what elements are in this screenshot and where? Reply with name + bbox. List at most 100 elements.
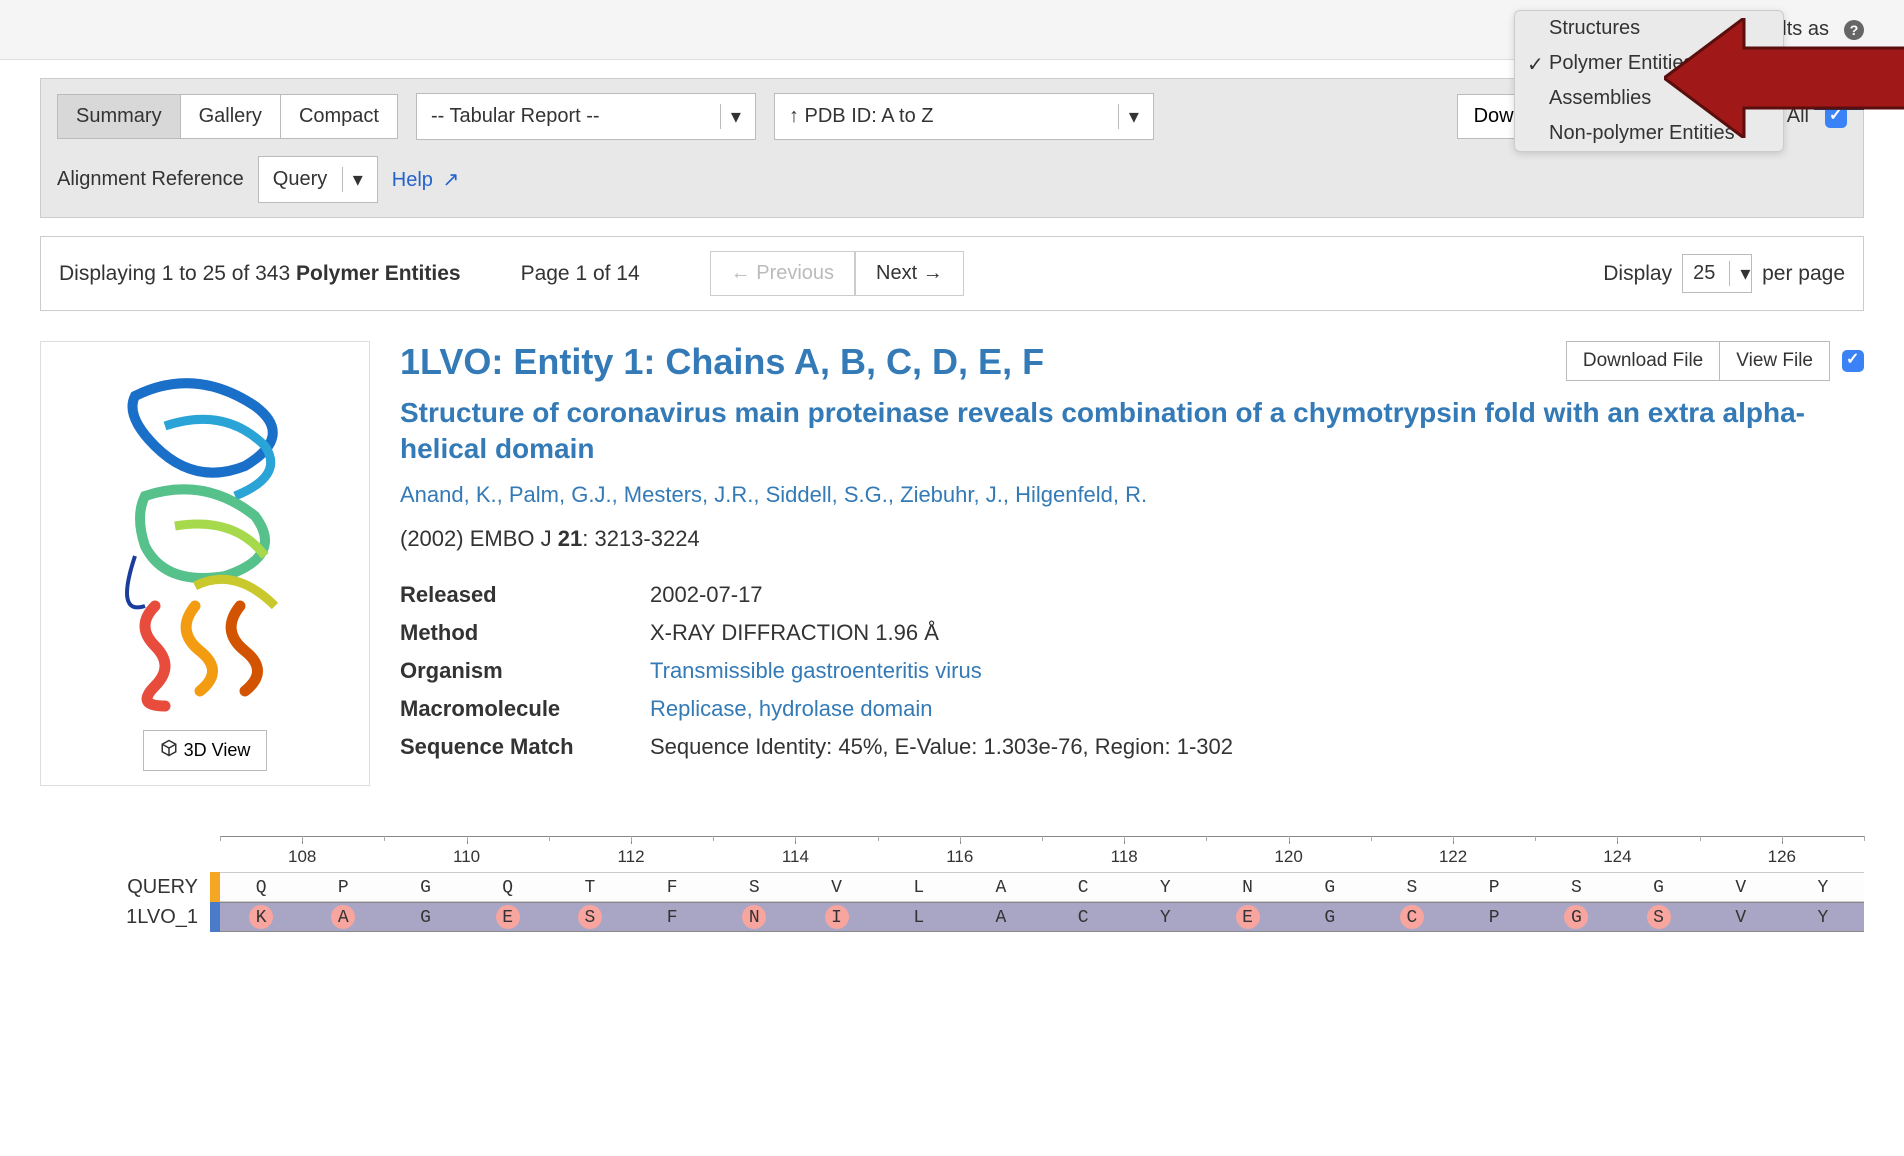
view-tabs: Summary Gallery Compact bbox=[57, 94, 398, 139]
result-checkbox[interactable] bbox=[1842, 350, 1864, 372]
alignment-reference-value: Query bbox=[273, 168, 327, 191]
residue-cell: A bbox=[960, 903, 1042, 931]
residue-cell: S bbox=[1617, 903, 1699, 931]
residue-cell: G bbox=[1289, 903, 1371, 931]
authors-list: Anand, K., Palm, G.J., Mesters, J.R., Si… bbox=[400, 482, 1864, 508]
residue-cell: L bbox=[878, 903, 960, 931]
author-link[interactable]: Ziebuhr, J. bbox=[900, 482, 1003, 507]
protein-ribbon-image bbox=[75, 356, 335, 716]
residue-cell: V bbox=[1700, 903, 1782, 931]
per-page-select[interactable]: 25 ▾ bbox=[1682, 254, 1752, 293]
result-item: 3D View Download File View File 1LVO: En… bbox=[40, 341, 1864, 786]
residue-cell: E bbox=[467, 903, 549, 931]
ruler-tick-label: 122 bbox=[1439, 847, 1467, 867]
author-link[interactable]: Siddell, S.G. bbox=[766, 482, 888, 507]
chevron-down-icon: ▾ bbox=[1118, 104, 1139, 129]
query-sequence: QPGQTFSVLACYNGSPSGVY bbox=[220, 872, 1864, 902]
residue-cell: F bbox=[631, 873, 713, 901]
download-file-button[interactable]: Download File bbox=[1567, 342, 1720, 380]
author-link[interactable]: Palm, G.J. bbox=[509, 482, 612, 507]
alignment-ruler: 108110112114116118120122124126 bbox=[220, 836, 1864, 872]
chevron-down-icon: ▾ bbox=[342, 167, 363, 192]
ruler-tick-label: 120 bbox=[1274, 847, 1302, 867]
target-color-bar bbox=[210, 902, 220, 932]
target-row-label: 1LVO_1 bbox=[40, 902, 210, 932]
residue-cell: N bbox=[1206, 873, 1288, 901]
topbar: Display Results as ? Structures Polymer … bbox=[0, 0, 1904, 60]
view-3d-label: 3D View bbox=[184, 740, 251, 761]
residue-cell: Y bbox=[1124, 873, 1206, 901]
sequence-match-label: Sequence Match bbox=[400, 734, 650, 760]
residue-cell: Q bbox=[220, 873, 302, 901]
released-label: Released bbox=[400, 582, 650, 608]
view-file-button[interactable]: View File bbox=[1720, 342, 1829, 380]
arrow-callout bbox=[1664, 18, 1904, 138]
next-button[interactable]: Next → bbox=[855, 251, 964, 296]
help-link-text: Help bbox=[392, 169, 433, 191]
citation: (2002) EMBO J 21: 3213-3224 bbox=[400, 526, 1864, 552]
residue-cell: S bbox=[549, 903, 631, 931]
residue-cell: V bbox=[795, 873, 877, 901]
residue-cell: G bbox=[384, 873, 466, 901]
author-link[interactable]: Mesters, J.R. bbox=[624, 482, 754, 507]
tab-summary[interactable]: Summary bbox=[58, 95, 181, 138]
author-link[interactable]: Hilgenfeld, R. bbox=[1015, 482, 1147, 507]
residue-cell: A bbox=[960, 873, 1042, 901]
residue-cell: P bbox=[1453, 903, 1535, 931]
target-sequence: KAGESFNILACYEGCPGSVY bbox=[220, 902, 1864, 932]
ruler-tick-label: 126 bbox=[1768, 847, 1796, 867]
tab-gallery[interactable]: Gallery bbox=[181, 95, 281, 138]
residue-cell: I bbox=[795, 903, 877, 931]
view-3d-button[interactable]: 3D View bbox=[143, 730, 268, 771]
residue-cell: P bbox=[1453, 873, 1535, 901]
residue-cell: P bbox=[302, 873, 384, 901]
residue-cell: Y bbox=[1124, 903, 1206, 931]
ruler-tick-label: 118 bbox=[1111, 847, 1138, 867]
residue-cell: C bbox=[1042, 873, 1124, 901]
previous-button[interactable]: ← Previous bbox=[710, 251, 855, 296]
query-row-label: QUERY bbox=[40, 872, 210, 902]
per-page-value: 25 bbox=[1693, 262, 1715, 285]
entry-subtitle[interactable]: Structure of coronavirus main proteinase… bbox=[400, 395, 1864, 468]
residue-cell: V bbox=[1700, 873, 1782, 901]
author-link[interactable]: Anand, K. bbox=[400, 482, 497, 507]
query-color-bar bbox=[210, 872, 220, 902]
sequence-match-value: Sequence Identity: 45%, E-Value: 1.303e-… bbox=[650, 734, 1864, 760]
residue-cell: E bbox=[1206, 903, 1288, 931]
residue-cell: G bbox=[384, 903, 466, 931]
ruler-tick-label: 124 bbox=[1603, 847, 1631, 867]
pager-bar: Displaying 1 to 25 of 343 Polymer Entiti… bbox=[40, 236, 1864, 311]
chevron-down-icon: ▾ bbox=[1729, 261, 1750, 286]
display-word: Display bbox=[1603, 262, 1672, 286]
alignment-viewer: 108110112114116118120122124126 QUERY QPG… bbox=[40, 836, 1864, 932]
help-link[interactable]: Help ↗ bbox=[392, 167, 459, 192]
tab-compact[interactable]: Compact bbox=[281, 95, 397, 138]
cube-icon bbox=[160, 739, 178, 762]
residue-cell: C bbox=[1371, 903, 1453, 931]
macromolecule-link[interactable]: Replicase, hydrolase domain bbox=[650, 696, 933, 721]
residue-cell: T bbox=[549, 873, 631, 901]
residue-cell: L bbox=[878, 873, 960, 901]
residue-cell: G bbox=[1617, 873, 1699, 901]
residue-cell: G bbox=[1535, 903, 1617, 931]
residue-cell: C bbox=[1042, 903, 1124, 931]
residue-cell: N bbox=[713, 903, 795, 931]
external-link-icon: ↗ bbox=[442, 169, 459, 191]
structure-thumbnail[interactable]: 3D View bbox=[40, 341, 370, 786]
chevron-down-icon: ▾ bbox=[720, 104, 741, 129]
alignment-reference-label: Alignment Reference bbox=[57, 168, 244, 191]
ruler-tick-label: 108 bbox=[288, 847, 316, 867]
ruler-tick-label: 112 bbox=[617, 847, 644, 867]
page-info: Page 1 of 14 bbox=[521, 262, 640, 286]
tabular-report-select[interactable]: -- Tabular Report -- ▾ bbox=[416, 93, 756, 140]
residue-cell: S bbox=[1371, 873, 1453, 901]
residue-cell: S bbox=[1535, 873, 1617, 901]
alignment-reference-select[interactable]: Query ▾ bbox=[258, 156, 378, 203]
sort-value: ↑ PDB ID: A to Z bbox=[789, 105, 934, 128]
per-page-label: per page bbox=[1762, 262, 1845, 286]
macromolecule-label: Macromolecule bbox=[400, 696, 650, 722]
organism-link[interactable]: Transmissible gastroenteritis virus bbox=[650, 658, 982, 683]
ruler-tick-label: 114 bbox=[782, 847, 809, 867]
sort-select[interactable]: ↑ PDB ID: A to Z ▾ bbox=[774, 93, 1154, 140]
residue-cell: Y bbox=[1782, 903, 1864, 931]
